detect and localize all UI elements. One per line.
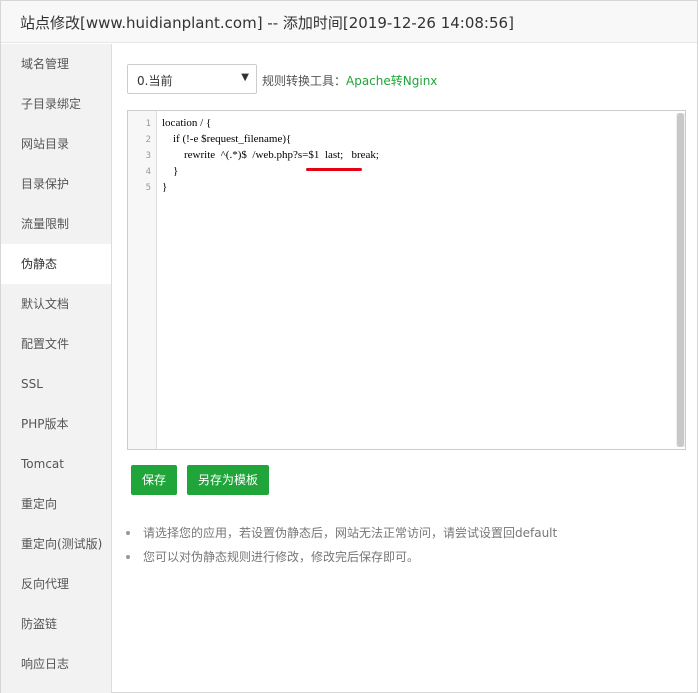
- sidebar-item-traffic-limit[interactable]: 流量限制: [1, 204, 111, 244]
- sidebar-item-subdir-binding[interactable]: 子目录绑定: [1, 84, 111, 124]
- code-editor[interactable]: 1 2 3 4 5 location / { if (!-e $request_…: [127, 110, 686, 450]
- list-item: 请选择您的应用，若设置伪静态后，网站无法正常访问，请尝试设置回default: [126, 524, 557, 548]
- bullet-icon: [126, 555, 130, 559]
- caret-down-icon: ▼: [241, 72, 249, 83]
- tip-text: 请选择您的应用，若设置伪静态后，网站无法正常访问，请尝试设置回default: [143, 526, 558, 540]
- list-item: 您可以对伪静态规则进行修改，修改完后保存即可。: [126, 548, 557, 572]
- tip-text: 您可以对伪静态规则进行修改，修改完后保存即可。: [143, 550, 420, 564]
- code-line: }: [162, 165, 179, 177]
- rewrite-template-select-value: 0.当前: [137, 74, 173, 88]
- editor-scrollbar-thumb[interactable]: [677, 113, 684, 447]
- line-number: 3: [145, 151, 151, 161]
- bullet-icon: [126, 531, 130, 535]
- line-number: 5: [145, 183, 151, 193]
- sidebar-item-reverse-proxy[interactable]: 反向代理: [1, 564, 111, 604]
- tips-list: 请选择您的应用，若设置伪静态后，网站无法正常访问，请尝试设置回default 您…: [126, 524, 557, 572]
- apache-to-nginx-link[interactable]: Apache转Nginx: [346, 72, 437, 89]
- sidebar-item-default-doc[interactable]: 默认文档: [1, 284, 111, 324]
- line-number-gutter: 1 2 3 4 5: [128, 111, 157, 449]
- code-line: location / {: [162, 117, 212, 129]
- rewrite-panel: 0.当前 ▼ 规则转换工具： Apache转Nginx 1 2 3 4 5 lo…: [111, 44, 697, 692]
- site-edit-window: 站点修改[www.huidianplant.com] -- 添加时间[2019-…: [0, 0, 698, 693]
- sidebar-item-rewrite[interactable]: 伪静态: [1, 244, 111, 284]
- title-bar: 站点修改[www.huidianplant.com] -- 添加时间[2019-…: [1, 1, 697, 43]
- sidebar-item-redirect[interactable]: 重定向: [1, 484, 111, 524]
- rule-converter-label: 规则转换工具：: [262, 74, 347, 88]
- window-title: 站点修改[www.huidianplant.com] -- 添加时间[2019-…: [20, 14, 514, 32]
- sidebar-item-domain[interactable]: 域名管理: [1, 44, 111, 84]
- sidebar-item-hotlink-protection[interactable]: 防盗链: [1, 604, 111, 644]
- line-number: 4: [145, 167, 151, 177]
- line-number: 2: [145, 135, 151, 145]
- sidebar-item-response-log[interactable]: 响应日志: [1, 644, 111, 684]
- code-line: rewrite ^(.*)$ /web.php?s=$1 last; break…: [162, 149, 379, 161]
- sidebar-item-tomcat[interactable]: Tomcat: [1, 444, 111, 484]
- sidebar-item-ssl[interactable]: SSL: [1, 364, 111, 404]
- sidebar-item-dir-protection[interactable]: 目录保护: [1, 164, 111, 204]
- sidebar-item-site-directory[interactable]: 网站目录: [1, 124, 111, 164]
- sidebar-item-config-file[interactable]: 配置文件: [1, 324, 111, 364]
- sidebar-item-php-version[interactable]: PHP版本: [1, 404, 111, 444]
- red-annotation-underline: [306, 168, 362, 171]
- editor-scrollbar[interactable]: [676, 113, 685, 447]
- save-button[interactable]: 保存: [131, 465, 178, 495]
- line-number: 1: [145, 119, 151, 129]
- rewrite-template-select[interactable]: 0.当前 ▼: [127, 64, 257, 94]
- code-line: if (!-e $request_filename){: [162, 133, 292, 145]
- sidebar-item-redirect-beta[interactable]: 重定向(测试版): [1, 524, 111, 564]
- save-as-template-button[interactable]: 另存为模板: [187, 465, 270, 495]
- sidebar: 域名管理 子目录绑定 网站目录 目录保护 流量限制 伪静态 默认文档 配置文件 …: [1, 44, 111, 693]
- code-line: }: [162, 181, 168, 193]
